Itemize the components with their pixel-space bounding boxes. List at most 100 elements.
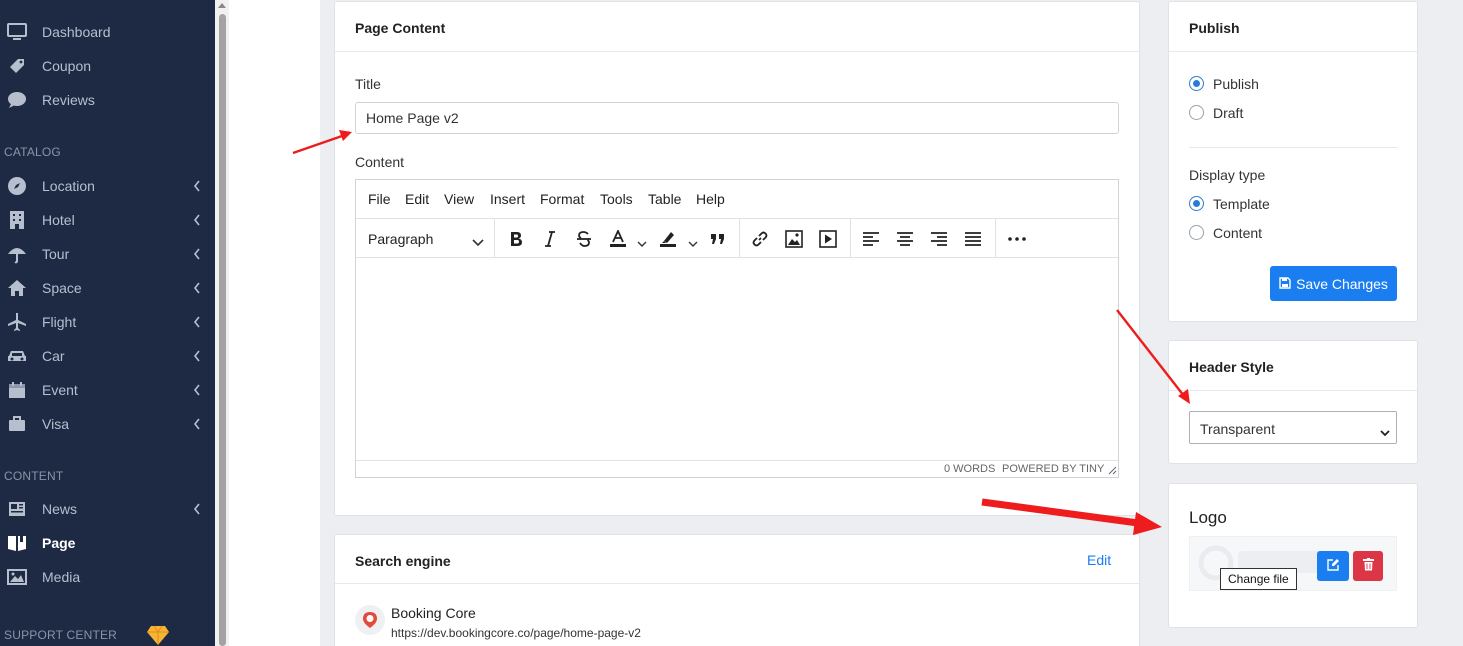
logo-card: Logo Change file: [1168, 483, 1418, 628]
sidebar-item-tour[interactable]: Tour: [0, 239, 215, 269]
menu-view[interactable]: View: [444, 191, 474, 207]
delete-logo-button[interactable]: [1353, 551, 1383, 581]
sidebar-item-space[interactable]: Space: [0, 273, 215, 303]
sidebar-item-reviews[interactable]: Reviews: [0, 85, 215, 115]
title-label: Title: [355, 76, 381, 92]
header-style-select[interactable]: Transparent: [1189, 411, 1397, 444]
blockquote-icon[interactable]: [706, 227, 730, 251]
menu-edit[interactable]: Edit: [405, 191, 429, 207]
sidebar-item-page[interactable]: Page: [0, 528, 215, 558]
sidebar-scrollbar[interactable]: [215, 0, 229, 646]
radio-content[interactable]: [1189, 225, 1204, 240]
radio-template-label[interactable]: Template: [1213, 196, 1270, 212]
align-justify-icon[interactable]: [961, 227, 985, 251]
menu-help[interactable]: Help: [696, 191, 725, 207]
chevron-down-icon[interactable]: [637, 235, 647, 251]
sidebar-section-support: SUPPORT CENTER: [4, 628, 118, 642]
align-center-icon[interactable]: [893, 227, 917, 251]
link-icon[interactable]: [748, 227, 772, 251]
chevron-left-icon: [190, 247, 204, 261]
menu-format[interactable]: Format: [540, 191, 584, 207]
toolbar-divider: [739, 219, 740, 258]
page-content-card: Page Content Title Content File Edit Vie…: [334, 1, 1140, 516]
sidebar-section-catalog: CATALOG: [4, 145, 61, 159]
sidebar-item-label: Space: [42, 280, 82, 296]
edit-logo-button[interactable]: [1317, 551, 1349, 581]
sidebar: Dashboard Coupon Reviews CATALOG Locatio…: [0, 0, 215, 646]
newspaper-icon: [6, 498, 28, 520]
scrollbar-thumb[interactable]: [219, 14, 226, 646]
header-style-value: Transparent: [1200, 421, 1275, 437]
scroll-up-arrow-icon[interactable]: [218, 3, 226, 8]
edit-link[interactable]: Edit: [1087, 552, 1111, 568]
sidebar-item-coupon[interactable]: Coupon: [0, 51, 215, 81]
editor-toolbar: Paragraph: [356, 219, 1118, 258]
resize-handle-icon[interactable]: [1108, 466, 1117, 478]
save-changes-button[interactable]: Save Changes: [1270, 266, 1397, 301]
radio-publish[interactable]: [1189, 76, 1204, 91]
change-file-tooltip: Change file: [1220, 568, 1297, 590]
sidebar-item-label: Tour: [42, 246, 70, 262]
block-format-select[interactable]: Paragraph: [356, 219, 494, 258]
sidebar-section-content: CONTENT: [4, 469, 64, 483]
card-header: Search engine Edit: [335, 535, 1139, 584]
sidebar-item-media[interactable]: Media: [0, 562, 215, 592]
menu-tools[interactable]: Tools: [600, 191, 633, 207]
more-icon[interactable]: [1005, 227, 1029, 251]
radio-draft-label[interactable]: Draft: [1213, 105, 1243, 121]
menu-insert[interactable]: Insert: [490, 191, 525, 207]
toolbar-divider: [995, 219, 996, 258]
content-background: [229, 0, 320, 646]
powered-by[interactable]: POWERED BY TINY: [1002, 463, 1104, 475]
bold-icon[interactable]: [504, 227, 528, 251]
card-header: Header Style: [1169, 341, 1417, 391]
sidebar-item-event[interactable]: Event: [0, 375, 215, 405]
search-engine-card: Search engine Edit Booking Core https://…: [334, 534, 1140, 646]
media-insert-icon[interactable]: [816, 227, 840, 251]
strikethrough-icon[interactable]: [572, 227, 596, 251]
comment-icon: [6, 89, 28, 111]
editor-menubar: File Edit View Insert Format Tools Table…: [356, 180, 1118, 219]
sidebar-item-hotel[interactable]: Hotel: [0, 205, 215, 235]
sidebar-item-dashboard[interactable]: Dashboard: [0, 17, 215, 47]
radio-content-label[interactable]: Content: [1213, 225, 1262, 241]
highlight-icon[interactable]: [656, 227, 680, 251]
chevron-left-icon: [190, 179, 204, 193]
toolbar-divider: [850, 219, 851, 258]
car-icon: [6, 345, 28, 367]
chevron-down-icon: [472, 234, 484, 250]
radio-publish-label[interactable]: Publish: [1213, 76, 1259, 92]
editor-body[interactable]: [356, 258, 1118, 460]
divider: [1189, 147, 1398, 148]
briefcase-icon: [6, 413, 28, 435]
card-title: Header Style: [1189, 359, 1274, 375]
chevron-down-icon[interactable]: [688, 235, 698, 251]
text-color-icon[interactable]: [606, 227, 630, 251]
plane-icon: [6, 311, 28, 333]
site-favicon: [355, 605, 385, 635]
sidebar-item-location[interactable]: Location: [0, 171, 215, 201]
menu-file[interactable]: File: [368, 191, 391, 207]
sidebar-item-car[interactable]: Car: [0, 341, 215, 371]
chevron-left-icon: [190, 502, 204, 516]
italic-icon[interactable]: [538, 227, 562, 251]
title-input[interactable]: [355, 102, 1119, 134]
sidebar-item-flight[interactable]: Flight: [0, 307, 215, 337]
image-insert-icon[interactable]: [782, 227, 806, 251]
align-right-icon[interactable]: [927, 227, 951, 251]
word-count: 0 WORDS: [944, 463, 996, 475]
sidebar-item-visa[interactable]: Visa: [0, 409, 215, 439]
menu-table[interactable]: Table: [648, 191, 681, 207]
rich-text-editor: File Edit View Insert Format Tools Table…: [355, 179, 1119, 478]
chevron-left-icon: [190, 383, 204, 397]
sidebar-item-news[interactable]: News: [0, 494, 215, 524]
align-left-icon[interactable]: [859, 227, 883, 251]
home-icon: [6, 277, 28, 299]
sidebar-item-label: Hotel: [42, 212, 75, 228]
radio-draft[interactable]: [1189, 105, 1204, 120]
tooltip-text: Change file: [1228, 572, 1289, 586]
chevron-left-icon: [190, 417, 204, 431]
card-title: Logo: [1189, 508, 1227, 527]
chevron-left-icon: [190, 281, 204, 295]
radio-template[interactable]: [1189, 196, 1204, 211]
